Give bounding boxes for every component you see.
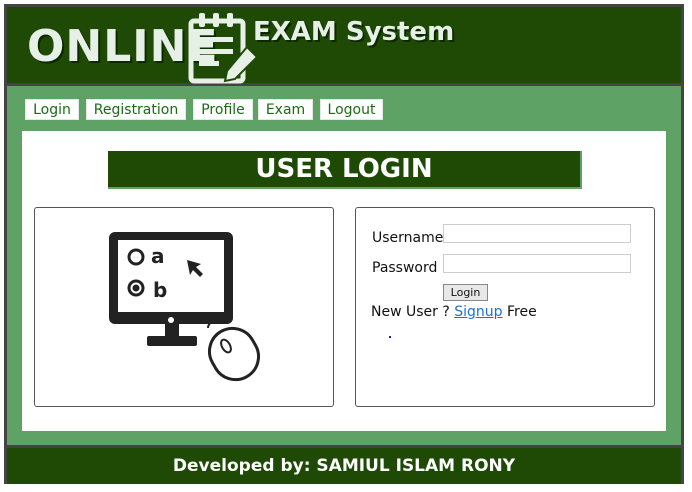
- site-header: ONLINE EXAM System: [7, 7, 681, 86]
- nav-logout[interactable]: Logout: [320, 99, 383, 120]
- signup-link[interactable]: Signup: [454, 304, 502, 320]
- nav-profile[interactable]: Profile: [193, 99, 253, 120]
- main-content: USER LOGIN a b Username Password Login N…: [22, 131, 666, 431]
- dot-mark: [389, 336, 391, 338]
- signup-line: New User ? Signup Free: [371, 304, 537, 320]
- password-label: Password: [372, 260, 438, 276]
- nav-exam[interactable]: Exam: [258, 99, 313, 120]
- computer-quiz-icon: a b: [109, 232, 260, 382]
- login-button[interactable]: Login: [443, 284, 488, 301]
- username-label: Username: [372, 230, 444, 246]
- password-input[interactable]: [443, 254, 631, 273]
- option-b-label: b: [153, 278, 167, 302]
- username-input[interactable]: [443, 224, 631, 243]
- nav-login[interactable]: Login: [25, 99, 79, 120]
- option-a-label: a: [151, 244, 165, 268]
- page-title: USER LOGIN: [108, 151, 582, 189]
- notepad-pencil-icon: [188, 13, 259, 84]
- nav-registration[interactable]: Registration: [86, 99, 186, 120]
- illustration-panel: a b: [34, 207, 334, 407]
- free-text: Free: [506, 304, 537, 320]
- new-user-text: New User ?: [371, 304, 450, 320]
- footer-credit: Developed by: SAMIUL ISLAM RONY: [7, 445, 681, 484]
- login-form-panel: Username Password Login New User ? Signu…: [355, 207, 655, 407]
- logo-exam-text: EXAM System: [253, 17, 455, 47]
- page-frame: ONLINE EXAM System Login Registration Pr…: [4, 4, 684, 484]
